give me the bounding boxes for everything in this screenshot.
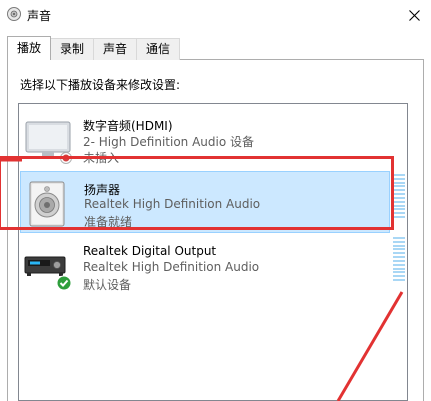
device-item-digital-output[interactable]: Realtek Digital Output Realtek High Defi… bbox=[20, 235, 390, 297]
tab-bar: 播放 录制 声音 通信 bbox=[7, 36, 181, 60]
tab-communications[interactable]: 通信 bbox=[136, 38, 181, 60]
device-description: Realtek High Definition Audio bbox=[83, 260, 260, 274]
close-button[interactable] bbox=[397, 0, 431, 30]
device-description: 2- High Definition Audio 设备 bbox=[83, 135, 255, 149]
device-name: 数字音频(HDMI) bbox=[83, 119, 173, 133]
level-meter bbox=[393, 237, 405, 281]
digital-output-icon bbox=[24, 256, 72, 291]
window-title: 声音 bbox=[27, 9, 52, 23]
title-bar: 声音 bbox=[0, 0, 431, 30]
tab-sounds[interactable]: 声音 bbox=[93, 38, 138, 60]
sound-icon bbox=[7, 7, 21, 21]
default-check-icon bbox=[56, 275, 72, 291]
level-meter bbox=[393, 174, 405, 218]
highlight-box bbox=[0, 156, 394, 230]
instruction-label: 选择以下播放设备来修改设置: bbox=[20, 78, 181, 92]
close-icon bbox=[408, 9, 420, 21]
device-name: Realtek Digital Output bbox=[83, 244, 217, 258]
tab-recording[interactable]: 录制 bbox=[50, 38, 95, 60]
device-list[interactable]: 数字音频(HDMI) 2- High Definition Audio 设备 未… bbox=[18, 103, 408, 401]
device-status: 默认设备 bbox=[83, 278, 132, 292]
tab-playback[interactable]: 播放 bbox=[7, 36, 52, 60]
